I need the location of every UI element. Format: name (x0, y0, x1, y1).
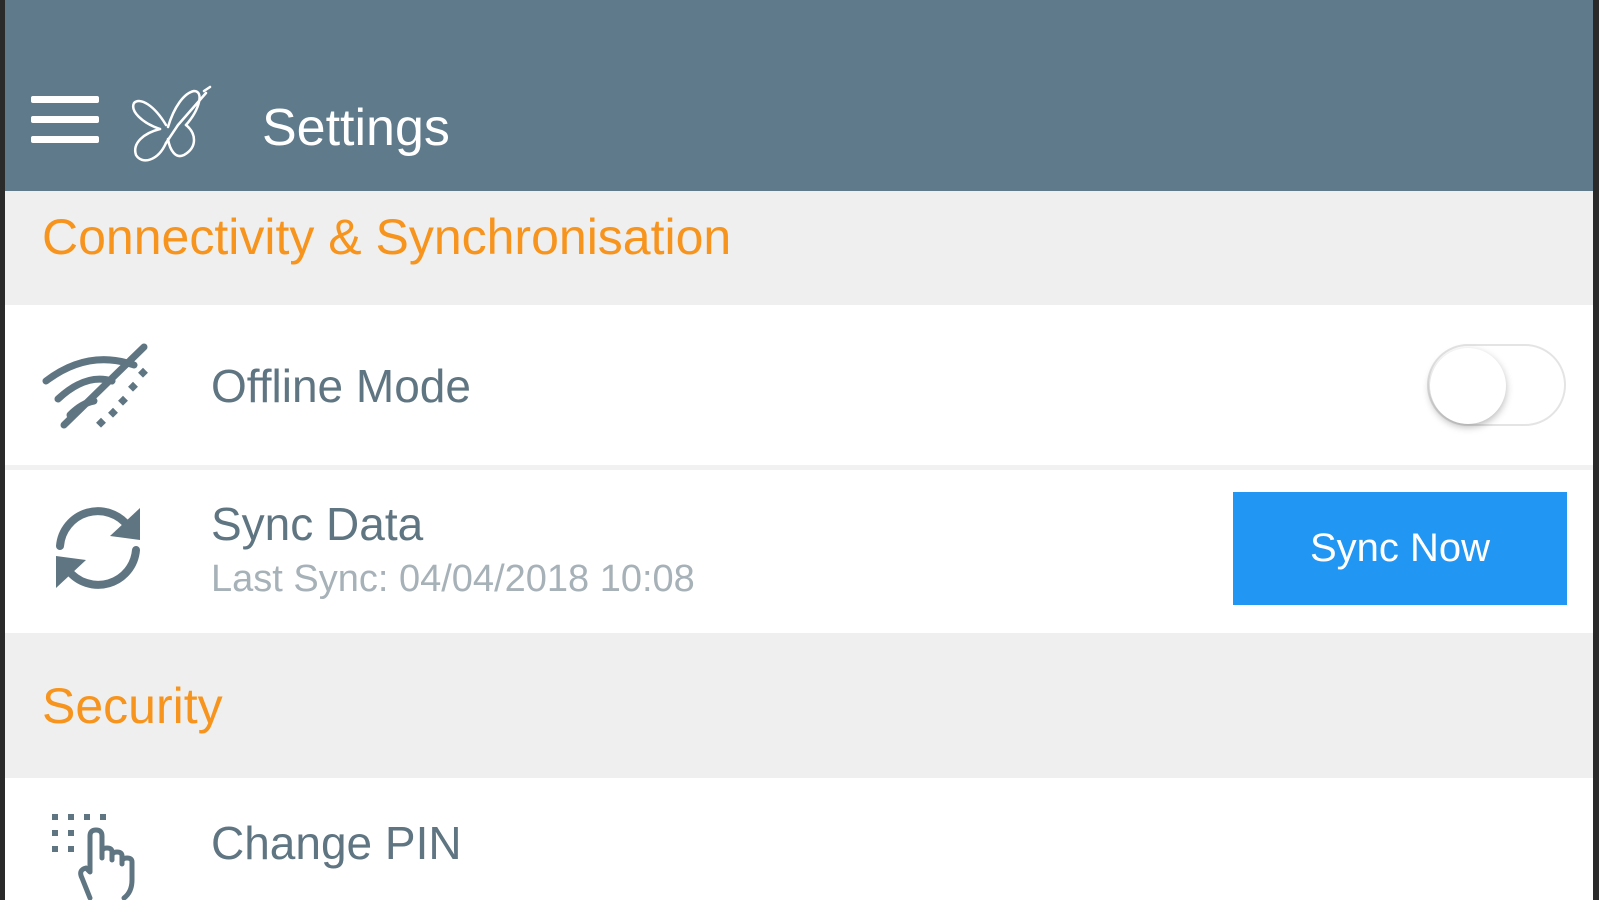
screen-edge-right (1593, 0, 1599, 900)
pin-keypad-touch-icon (52, 814, 135, 900)
settings-screen: Settings Connectivity & Synchronisation … (0, 0, 1599, 900)
change-pin-label: Change PIN (211, 817, 462, 869)
section-title-security: Security (42, 678, 223, 734)
section-header-security: Security (0, 633, 1599, 778)
screen-edge-left (0, 0, 5, 900)
settings-row-offline-mode: Offline Mode (0, 305, 1599, 465)
sync-icon (56, 507, 140, 589)
page-title: Settings (262, 99, 450, 157)
sync-data-label: Sync Data (211, 498, 424, 550)
hamburger-menu-icon[interactable] (31, 96, 99, 152)
offline-mode-label: Offline Mode (211, 360, 471, 412)
butterfly-logo-icon (132, 85, 212, 162)
offline-mode-toggle[interactable] (1427, 344, 1566, 426)
section-title-connectivity: Connectivity & Synchronisation (42, 209, 732, 265)
app-header: Settings (0, 0, 1599, 191)
toggle-knob (1430, 348, 1506, 424)
last-sync-text: Last Sync: 04/04/2018 10:08 (211, 558, 695, 600)
settings-row-change-pin[interactable]: Change PIN (0, 778, 1599, 900)
wifi-off-icon (42, 343, 148, 429)
section-header-connectivity: Connectivity & Synchronisation (0, 191, 1599, 305)
sync-now-button[interactable]: Sync Now (1233, 492, 1567, 605)
